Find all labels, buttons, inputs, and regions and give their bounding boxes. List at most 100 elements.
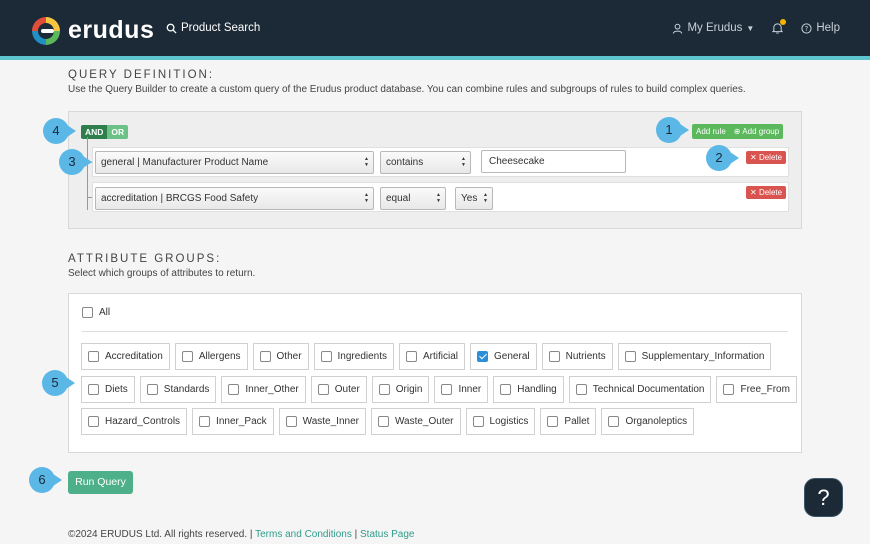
delete-rule-button[interactable]: ✕ Delete: [746, 186, 787, 199]
callout-marker: 4: [43, 118, 76, 144]
attribute-label: Supplementary_Information: [641, 351, 765, 362]
attribute-label: Nutrients: [565, 351, 606, 362]
checkbox[interactable]: [441, 384, 453, 395]
attribute-label: Allergens: [198, 351, 241, 362]
divider: [82, 331, 788, 332]
checkbox-checked[interactable]: [477, 351, 489, 362]
rule-field-select[interactable]: general | Manufacturer Product Name: [95, 151, 374, 174]
attribute-checkbox-item[interactable]: General: [470, 343, 537, 370]
attribute-checkbox-item[interactable]: Inner_Pack: [192, 408, 274, 435]
checkbox[interactable]: [575, 384, 587, 395]
attribute-checkbox-item[interactable]: Artificial: [399, 343, 466, 370]
rule-value-text: Yes: [461, 193, 478, 204]
attribute-label: Hazard_Controls: [105, 416, 181, 427]
help-link[interactable]: ? Help: [801, 22, 840, 34]
delete-rule-button[interactable]: ✕ Delete: [746, 151, 787, 164]
attribute-label: Free_From: [740, 384, 790, 395]
help-chat-button[interactable]: ?: [804, 478, 843, 517]
checkbox[interactable]: [377, 416, 389, 427]
attribute-checkbox-item[interactable]: Nutrients: [541, 343, 613, 370]
rule-value-select[interactable]: Yes: [455, 187, 493, 210]
checkbox[interactable]: [259, 351, 271, 362]
attribute-checkbox-item[interactable]: Standards: [139, 376, 217, 403]
rule-row: accreditation | BRCGS Food Safety equal …: [92, 182, 789, 212]
attribute-checkbox-item[interactable]: Diets: [81, 376, 135, 403]
rule-value-input[interactable]: Cheesecake: [481, 150, 626, 173]
attribute-checkbox-item[interactable]: Origin: [371, 376, 430, 403]
logo-icon: [32, 16, 60, 45]
select-all-checkbox[interactable]: All: [82, 307, 110, 318]
attribute-checkbox-item[interactable]: Hazard_Controls: [81, 408, 188, 435]
product-search-link[interactable]: Product Search: [166, 22, 260, 34]
checkbox[interactable]: [88, 416, 99, 427]
callout-marker: 3: [59, 149, 92, 175]
delete-label: Delete: [758, 153, 783, 162]
attribute-groups-description: Select which groups of attributes to ret…: [68, 268, 256, 279]
checkbox[interactable]: [82, 307, 93, 318]
attribute-checkbox-item[interactable]: Accreditation: [81, 343, 170, 370]
attribute-checkbox-item[interactable]: Free_From: [716, 376, 797, 403]
checkbox[interactable]: [285, 416, 297, 427]
or-button[interactable]: OR: [107, 125, 129, 139]
checkbox[interactable]: [146, 384, 158, 395]
attribute-checkbox-item[interactable]: Waste_Inner: [278, 408, 366, 435]
attribute-label: Inner: [458, 384, 482, 395]
attribute-label: Inner_Other: [245, 384, 299, 395]
checkbox[interactable]: [317, 384, 329, 395]
checkbox[interactable]: [608, 416, 620, 427]
attribute-checkbox-item[interactable]: Technical Documentation: [568, 376, 712, 403]
checkbox[interactable]: [406, 351, 418, 362]
checkbox[interactable]: [624, 351, 636, 362]
checkbox[interactable]: [547, 416, 559, 427]
checkbox[interactable]: [472, 416, 484, 427]
my-erudus-menu[interactable]: My Erudus ▼: [672, 22, 754, 34]
attribute-label: Pallet: [564, 416, 590, 427]
checkbox[interactable]: [723, 384, 735, 395]
notification-dot: [780, 19, 787, 25]
checkbox[interactable]: [228, 384, 240, 395]
rule-field-select[interactable]: accreditation | BRCGS Food Safety: [95, 187, 374, 210]
attribute-checkbox-item[interactable]: Outer: [310, 376, 367, 403]
chevron-down-icon: ▼: [746, 23, 755, 33]
footer-separator: |: [354, 529, 358, 540]
product-search-label: Product Search: [181, 22, 261, 34]
callout-marker: 1: [656, 117, 689, 143]
checkbox[interactable]: [320, 351, 332, 362]
checkbox[interactable]: [500, 384, 512, 395]
attribute-checkbox-item[interactable]: Pallet: [540, 408, 597, 435]
checkbox[interactable]: [181, 351, 193, 362]
rule-operator-select[interactable]: equal: [380, 187, 446, 210]
attribute-checkbox-item[interactable]: Allergens: [174, 343, 248, 370]
attribute-checkbox-item[interactable]: Waste_Outer: [370, 408, 461, 435]
attribute-label: Logistics: [489, 416, 529, 427]
attribute-checkbox-item[interactable]: Other: [252, 343, 309, 370]
attribute-row: Hazard_Controls Inner_Pack Waste_Inner Wast…: [81, 408, 695, 435]
checkbox[interactable]: [548, 351, 560, 362]
add-group-button[interactable]: ⊕ Add group: [729, 124, 784, 139]
checkbox[interactable]: [88, 384, 99, 395]
attribute-row: Accreditation Allergens Other Ingredients Ar…: [81, 343, 772, 370]
attribute-label: Origin: [395, 384, 423, 395]
callout-marker: 2: [706, 145, 739, 171]
notifications-button[interactable]: [772, 19, 787, 34]
terms-link[interactable]: Terms and Conditions: [255, 529, 352, 540]
attribute-checkbox-item[interactable]: Ingredients: [313, 343, 395, 370]
checkbox[interactable]: [378, 384, 390, 395]
attribute-checkbox-item[interactable]: Handling: [493, 376, 564, 403]
rule-field-value: accreditation | BRCGS Food Safety: [101, 193, 259, 204]
rule-operator-select[interactable]: contains: [380, 151, 471, 174]
attribute-checkbox-item[interactable]: Inner: [434, 376, 489, 403]
attribute-checkbox-item[interactable]: Organoleptics: [601, 408, 695, 435]
attribute-checkbox-item[interactable]: Logistics: [465, 408, 536, 435]
attribute-row: Diets Standards Inner_Other Outer Origin Inne…: [81, 376, 797, 403]
checkbox[interactable]: [88, 351, 99, 362]
attribute-label: Waste_Outer: [394, 416, 454, 427]
attribute-checkbox-item[interactable]: Supplementary_Information: [617, 343, 772, 370]
run-query-button[interactable]: Run Query: [68, 471, 133, 494]
add-rule-button[interactable]: Add rule: [692, 124, 730, 139]
my-erudus-label: My Erudus: [687, 22, 743, 34]
checkbox[interactable]: [199, 416, 211, 427]
erudus-logo[interactable]: erudus: [32, 16, 154, 45]
status-page-link[interactable]: Status Page: [360, 529, 414, 540]
attribute-checkbox-item[interactable]: Inner_Other: [221, 376, 306, 403]
